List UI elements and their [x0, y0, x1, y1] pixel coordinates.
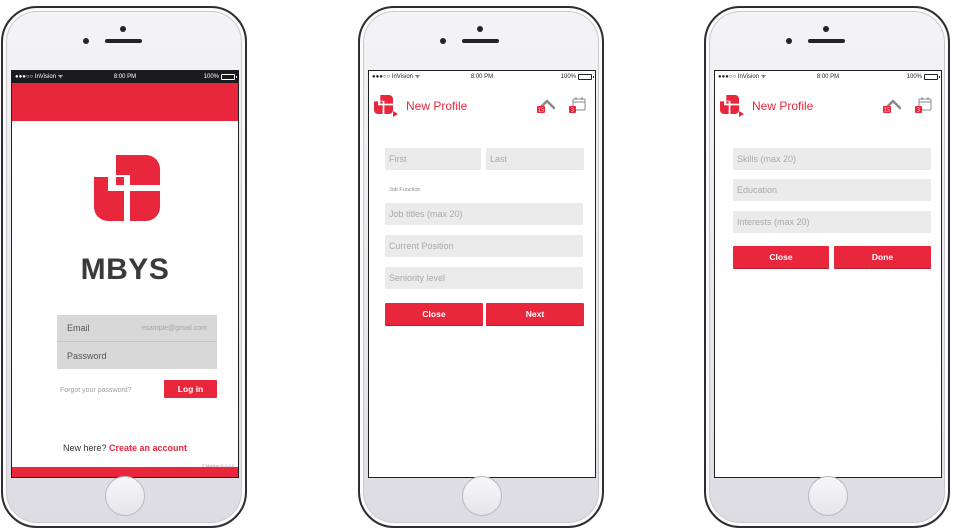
first-name-field[interactable]: First [385, 148, 481, 170]
camera-icon [477, 26, 483, 32]
battery-percent: 100% [906, 74, 922, 80]
done-button[interactable]: Done [834, 246, 931, 268]
speaker-icon [105, 39, 142, 43]
battery-percent: 100% [203, 74, 219, 80]
forgot-password-link[interactable]: Forgot your password? [60, 387, 132, 394]
upload-icon[interactable]: 15 [537, 97, 555, 115]
speaker-icon [808, 39, 845, 43]
home-button[interactable] [105, 476, 145, 516]
password-field[interactable]: Password [57, 342, 217, 369]
phone-login: ●●●○○ InVision ᯤ 8:00 PM 100% MBYS Email… [1, 6, 247, 528]
sensor-icon [440, 38, 446, 44]
signup-prompt: New here? Create an account [12, 443, 238, 453]
play-icon [393, 111, 398, 117]
battery-icon [578, 74, 594, 80]
battery-icon [221, 74, 237, 80]
play-icon [739, 111, 744, 117]
app-header: New Profile 15 3 [715, 83, 941, 123]
page-title: New Profile [752, 99, 814, 113]
status-bar: ●●●○○ InVision ᯤ 8:00 PM 100% [369, 71, 595, 83]
skills-field[interactable]: Skills (max 20) [733, 148, 931, 170]
speaker-icon [462, 39, 499, 43]
mbys-logo-icon[interactable] [720, 95, 739, 114]
sensor-icon [786, 38, 792, 44]
current-position-field[interactable]: Current Position [385, 235, 583, 257]
calendar-icon[interactable]: 3 [568, 96, 586, 114]
create-account-link[interactable]: Create an account [109, 443, 187, 453]
email-placeholder: example@gmail.com [141, 324, 207, 332]
camera-icon [120, 26, 126, 32]
phone-profile-step2: ●●●○○ InVision ᯤ 8:00 PM 100% New Profil… [704, 6, 950, 528]
battery-percent: 100% [560, 74, 576, 80]
close-button[interactable]: Close [385, 303, 483, 325]
status-bar: ●●●○○ InVision ᯤ 8:00 PM 100% [715, 71, 941, 83]
brand-name: MBYS [80, 253, 170, 286]
login-form: Email example@gmail.com Password [57, 315, 217, 369]
password-label: Password [67, 350, 107, 361]
new-here-text: New here? [62, 443, 107, 453]
seniority-level-field[interactable]: Seniority level [385, 267, 583, 289]
status-bar: ●●●○○ InVision ᯤ 8:00 PM 100% [12, 71, 238, 83]
header-band [12, 83, 238, 121]
job-function-label: Job Function [389, 187, 421, 193]
close-button[interactable]: Close [733, 246, 829, 268]
calendar-badge: 3 [917, 108, 920, 114]
upload-icon[interactable]: 15 [883, 97, 901, 115]
camera-icon [823, 26, 829, 32]
education-field[interactable]: Education [733, 179, 931, 201]
interests-field[interactable]: Interests (max 20) [733, 211, 931, 233]
email-field[interactable]: Email example@gmail.com [57, 315, 217, 342]
next-button[interactable]: Next [486, 303, 584, 325]
job-titles-field[interactable]: Job titles (max 20) [385, 203, 583, 225]
screen-profile-step1: ●●●○○ InVision ᯤ 8:00 PM 100% New Profil… [368, 70, 596, 478]
upload-badge: 15 [538, 108, 544, 114]
mbys-logo-icon [94, 155, 160, 221]
home-button[interactable] [462, 476, 502, 516]
home-button[interactable] [808, 476, 848, 516]
upload-badge: 15 [884, 108, 890, 114]
last-name-field[interactable]: Last [486, 148, 584, 170]
battery-icon [924, 74, 940, 80]
screen-profile-step2: ●●●○○ InVision ᯤ 8:00 PM 100% New Profil… [714, 70, 942, 478]
screen-login: ●●●○○ InVision ᯤ 8:00 PM 100% MBYS Email… [11, 70, 239, 478]
email-label: Email [67, 323, 90, 333]
app-header: New Profile 15 3 [369, 83, 595, 123]
page-title: New Profile [406, 99, 468, 113]
phone-profile-step1: ●●●○○ InVision ᯤ 8:00 PM 100% New Profil… [358, 6, 604, 528]
calendar-icon[interactable]: 3 [914, 96, 932, 114]
calendar-badge: 3 [571, 108, 574, 114]
sensor-icon [83, 38, 89, 44]
login-button[interactable]: Log in [164, 380, 217, 398]
mbys-logo-icon[interactable] [374, 95, 393, 114]
